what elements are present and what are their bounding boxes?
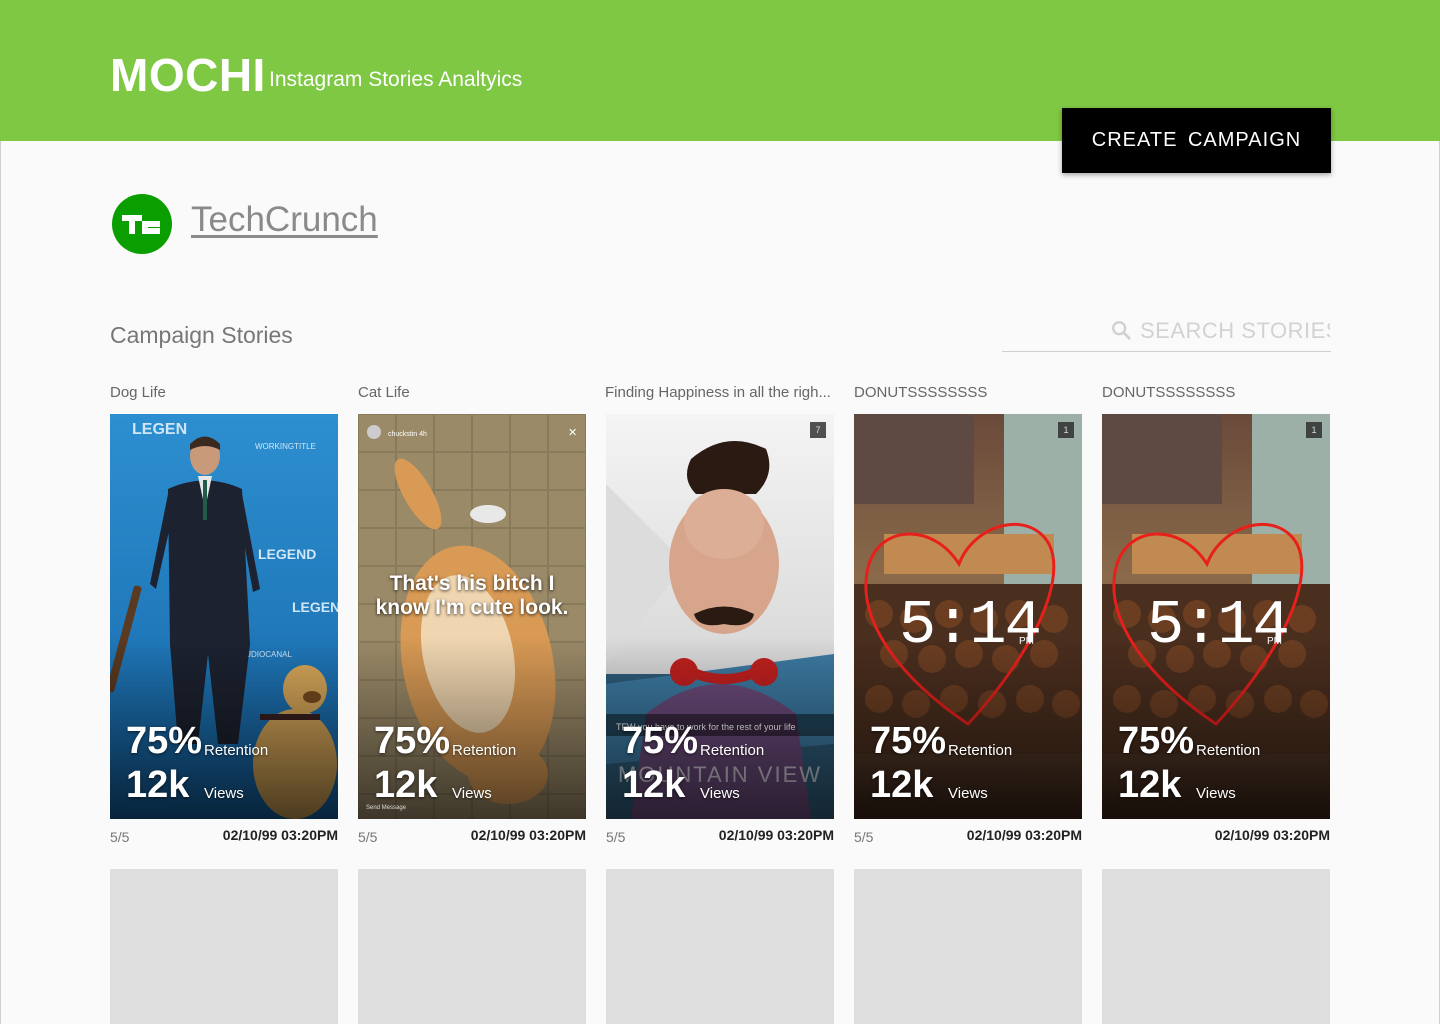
story-date: 02/10/99 03:20PM: [470, 827, 586, 843]
views-label: Views: [700, 785, 740, 802]
svg-text:5:14: 5:14: [1147, 590, 1288, 661]
section-title: Campaign Stories: [110, 322, 293, 348]
story-date: 02/10/99 03:20PM: [966, 827, 1082, 843]
search-icon[interactable]: [1110, 319, 1132, 341]
retention-value: 75%: [870, 720, 947, 762]
create-campaign-button[interactable]: CREATE CAMPAIGN: [1062, 108, 1331, 173]
story-card[interactable]: LEGEN WORKINGTITLE LEGEND LEGEN STUDIOCA…: [110, 414, 338, 819]
retention-label: Retention: [452, 742, 517, 759]
story-card-placeholder: [606, 869, 834, 1024]
svg-text:PM: PM: [1267, 636, 1282, 647]
story-title: DONUTSSSSSSSS: [1102, 384, 1236, 401]
story-date: 02/10/99 03:20PM: [222, 827, 338, 843]
retention-value: 75%: [374, 720, 451, 762]
svg-text:PM: PM: [1019, 636, 1034, 647]
retention-value: 75%: [622, 720, 699, 762]
retention-label: Retention: [700, 742, 765, 759]
svg-text:✕: ✕: [568, 427, 577, 439]
app-subtitle: Instagram Stories Analtyics: [269, 68, 523, 91]
story-date: 02/10/99 03:20PM: [1214, 827, 1330, 843]
story-title: DONUTSSSSSSSS: [854, 384, 988, 401]
views-value: 12k: [126, 764, 190, 806]
account-name-link[interactable]: TechCrunch: [191, 200, 378, 240]
search-bar[interactable]: [1002, 312, 1331, 352]
svg-text:5:14: 5:14: [899, 590, 1040, 661]
app-logo[interactable]: MOCHI: [110, 48, 266, 102]
svg-text:chuckstin 4h: chuckstin 4h: [388, 431, 427, 438]
retention-value: 75%: [126, 720, 203, 762]
techcrunch-logo-icon: [122, 215, 160, 234]
views-label: Views: [204, 785, 244, 802]
story-frame-badge: 7: [810, 422, 826, 438]
story-card[interactable]: 5:14 PM 1 75% Retention 12k Views: [1102, 414, 1330, 819]
search-input[interactable]: [1140, 314, 1330, 348]
story-card-placeholder: [1102, 869, 1330, 1024]
views-label: Views: [1196, 785, 1236, 802]
story-frame-badge: 1: [1058, 422, 1074, 438]
views-value: 12k: [870, 764, 934, 806]
story-date: 02/10/99 03:20PM: [718, 827, 834, 843]
views-value: 12k: [622, 764, 686, 806]
account-avatar: [112, 194, 172, 254]
retention-label: Retention: [948, 742, 1013, 759]
story-card-placeholder: [854, 869, 1082, 1024]
story-card[interactable]: chuckstin 4h ✕ Send Message That's his b…: [358, 414, 586, 819]
retention-label: Retention: [204, 742, 269, 759]
views-value: 12k: [374, 764, 438, 806]
story-card[interactable]: 5:14 PM 1 75% Retention 12k Views: [854, 414, 1082, 819]
story-overlay-text: That's his bitch I know I'm cute look.: [375, 572, 569, 619]
story-card-placeholder: [358, 869, 586, 1024]
views-value: 12k: [1118, 764, 1182, 806]
story-title: Dog Life: [110, 384, 166, 401]
views-label: Views: [948, 785, 988, 802]
retention-label: Retention: [1196, 742, 1261, 759]
retention-value: 75%: [1118, 720, 1195, 762]
story-title: Finding Happiness in all the righ...: [605, 384, 831, 401]
story-card-placeholder: [110, 869, 338, 1024]
story-frame-badge: 1: [1306, 422, 1322, 438]
views-label: Views: [452, 785, 492, 802]
story-title: Cat Life: [358, 384, 410, 401]
story-card[interactable]: TFW you have to work for the rest of you…: [606, 414, 834, 819]
